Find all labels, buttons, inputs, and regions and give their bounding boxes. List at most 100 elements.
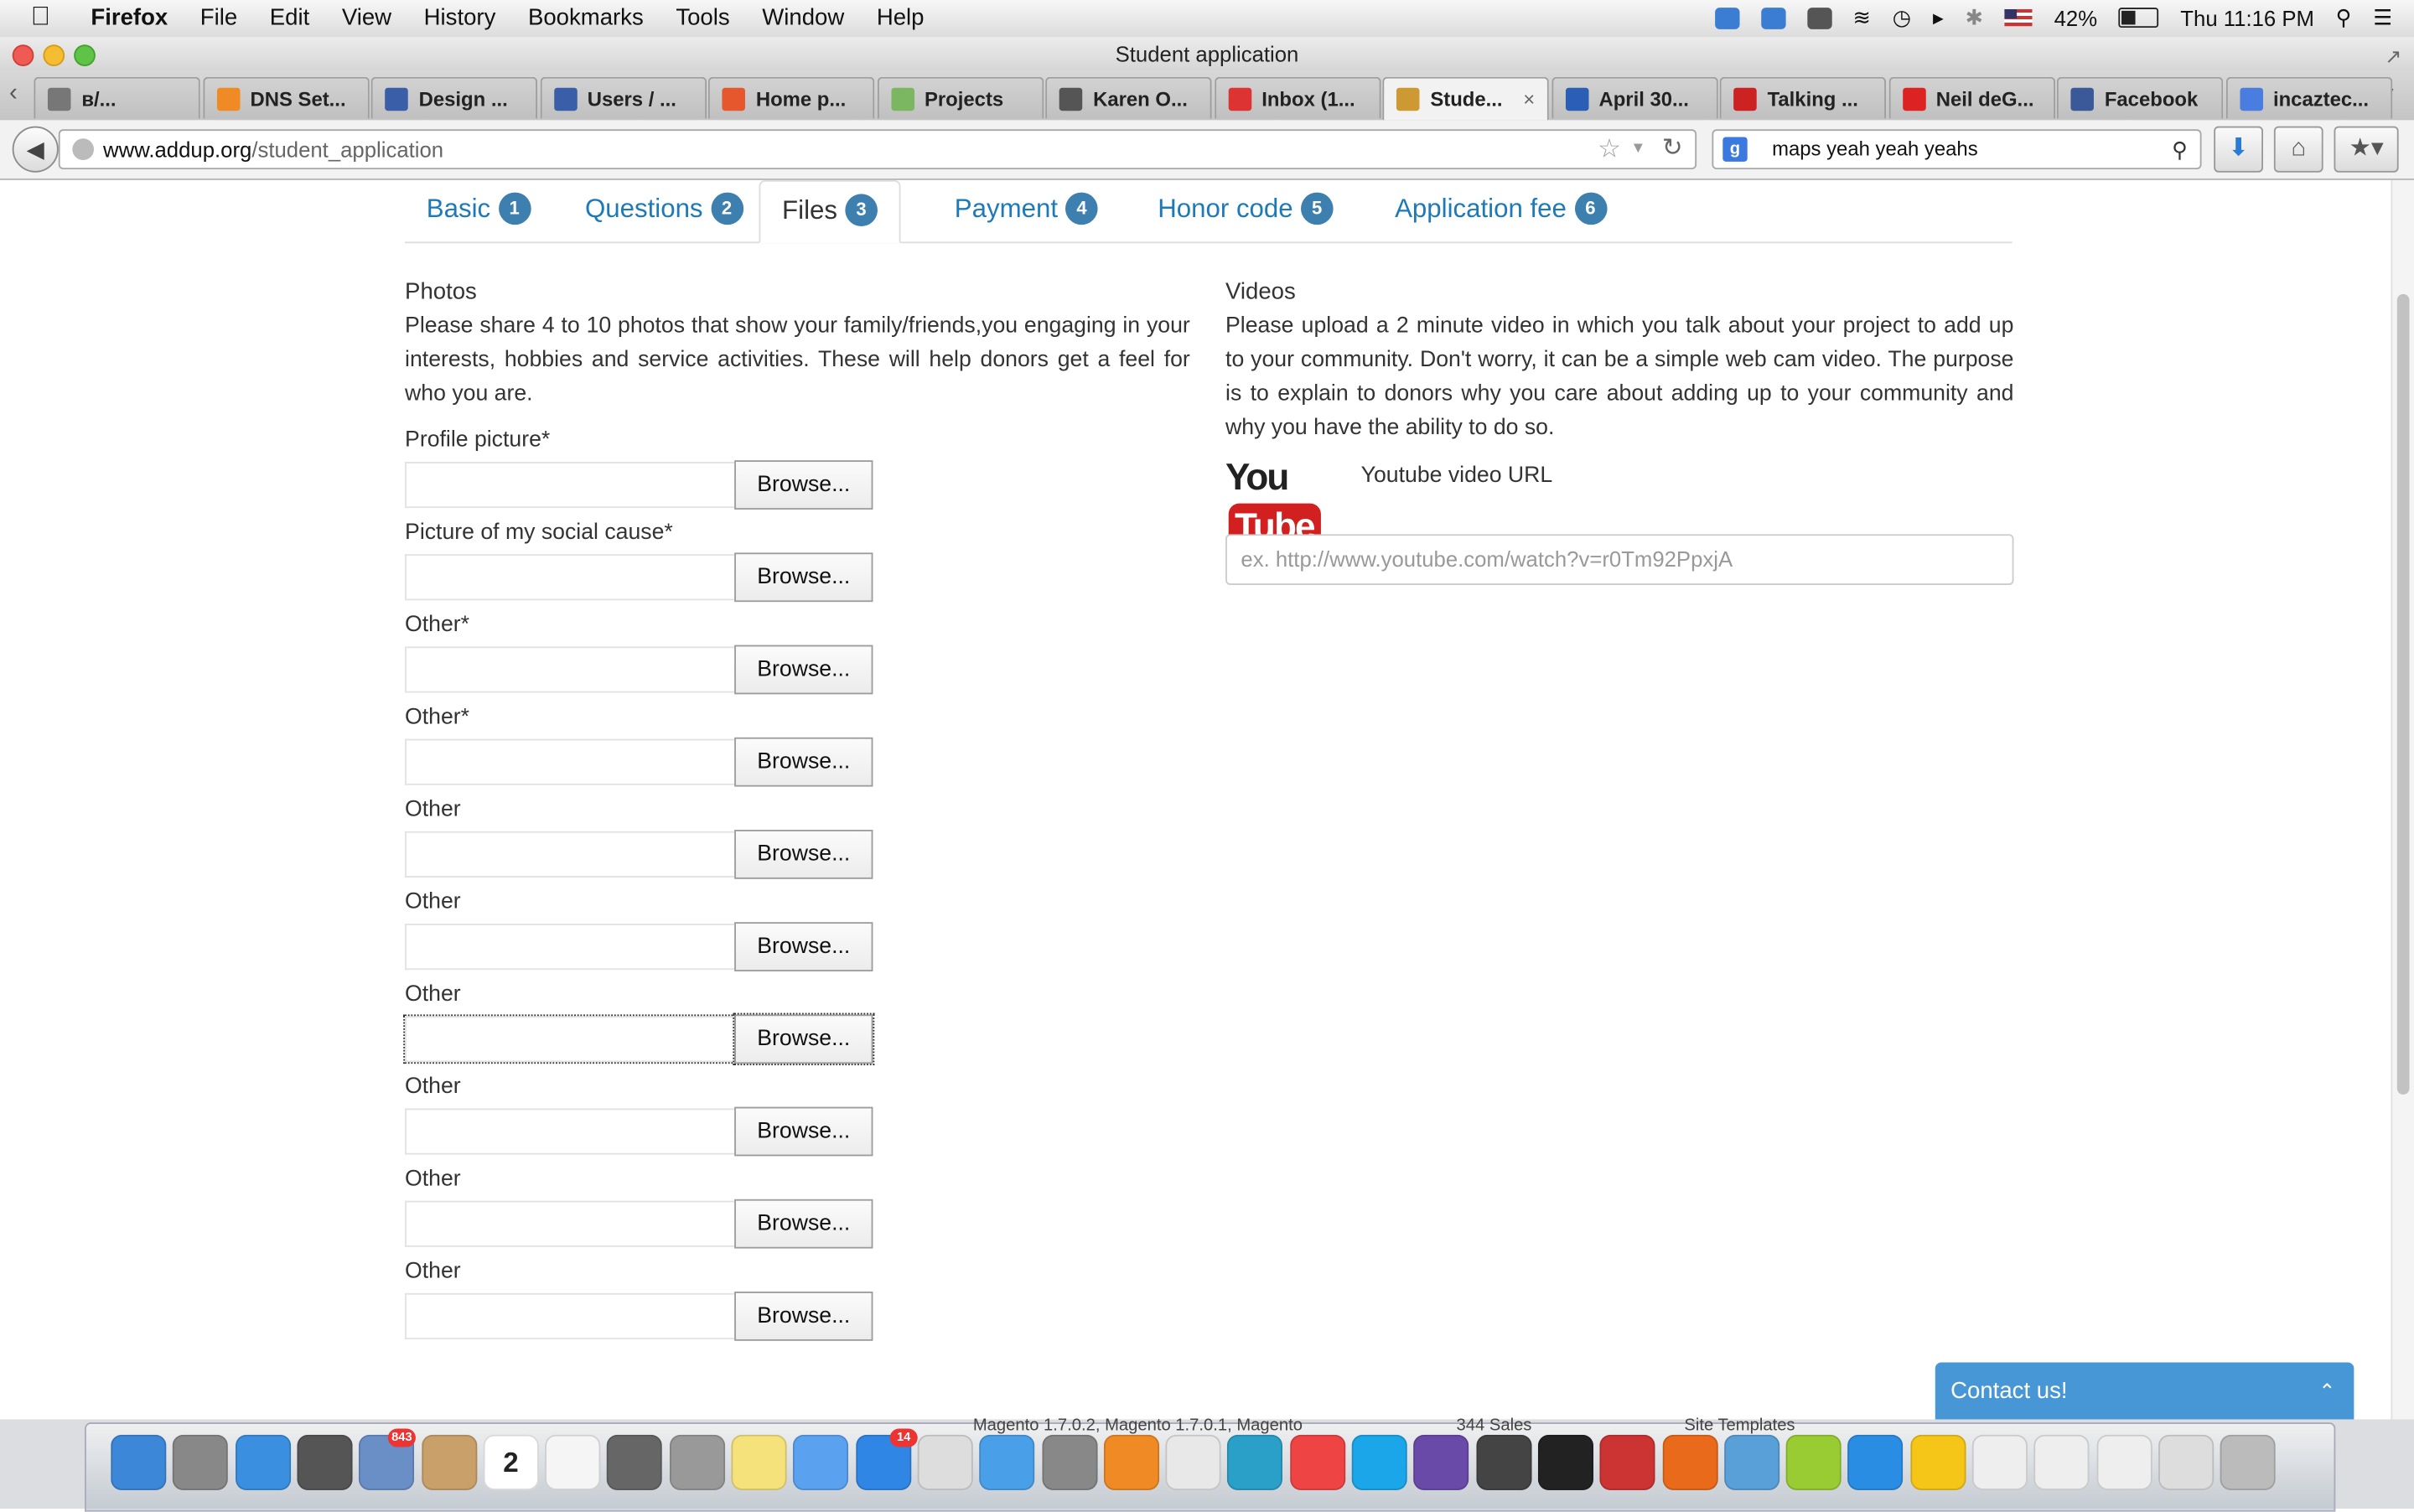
google-search-engine-icon[interactable]: g: [1722, 137, 1748, 162]
browse-button[interactable]: Browse...: [734, 1199, 873, 1249]
app-menu-firefox[interactable]: Firefox: [91, 5, 168, 31]
tab-magento[interactable]: Home p...: [707, 76, 875, 119]
android-icon[interactable]: [1785, 1434, 1842, 1490]
stickies-icon[interactable]: [731, 1434, 787, 1490]
itunes-icon[interactable]: [979, 1434, 1035, 1490]
zoom-window-button[interactable]: [74, 44, 96, 66]
photo-booth-icon[interactable]: [297, 1434, 353, 1490]
tab-wikipedia[interactable]: Karen O...: [1045, 76, 1212, 119]
battery-icon[interactable]: [2118, 8, 2159, 28]
teamviewer-icon[interactable]: [1847, 1434, 1904, 1490]
doc3-icon[interactable]: [2095, 1434, 2152, 1490]
clock[interactable]: Thu 11:16 PM: [2180, 5, 2314, 29]
browse-button[interactable]: Browse...: [734, 1106, 873, 1157]
menu-history[interactable]: History: [424, 5, 496, 31]
close-window-button[interactable]: [12, 44, 34, 66]
reload-icon[interactable]: ↻: [1662, 131, 1683, 168]
home-icon[interactable]: ⌂: [2273, 126, 2323, 173]
tab-facebook[interactable]: Facebook: [2056, 76, 2224, 119]
menu-tools[interactable]: Tools: [676, 5, 729, 31]
time-machine-icon[interactable]: ◷: [1893, 5, 1911, 31]
contact-us-widget[interactable]: Contact us! ⌃: [1935, 1362, 2354, 1420]
cyberduck-icon[interactable]: [1909, 1434, 1966, 1490]
downloads-icon[interactable]: ⬇: [2214, 126, 2264, 173]
site-identity-icon[interactable]: [72, 138, 95, 161]
page-scrollbar[interactable]: [2391, 179, 2414, 1420]
menu-file[interactable]: File: [200, 5, 237, 31]
facetime-icon[interactable]: [607, 1434, 663, 1490]
launchpad-icon[interactable]: [173, 1434, 229, 1490]
bookmark-star-icon[interactable]: ☆: [1598, 131, 1621, 168]
eclipse-icon[interactable]: [1413, 1434, 1469, 1490]
preview-icon[interactable]: [1165, 1434, 1221, 1490]
utilities-icon[interactable]: [669, 1434, 725, 1490]
bookmarks-menu-icon[interactable]: ★▾: [2334, 126, 2399, 173]
browse-button[interactable]: Browse...: [734, 645, 873, 695]
notification-center-icon[interactable]: ☰: [2373, 5, 2392, 31]
tab-questions[interactable]: Questions 2: [585, 180, 743, 241]
file-path-input[interactable]: [405, 554, 735, 601]
file-path-input[interactable]: [405, 1200, 735, 1247]
steam-icon[interactable]: [1475, 1434, 1531, 1490]
browse-button[interactable]: Browse...: [734, 737, 873, 787]
menu-view[interactable]: View: [342, 5, 391, 31]
doc2-icon[interactable]: [2033, 1434, 2090, 1490]
browse-button[interactable]: Browse...: [734, 552, 873, 603]
dropbox-icon[interactable]: [1714, 7, 1739, 28]
transmit-icon[interactable]: [1723, 1434, 1779, 1490]
firefox-icon[interactable]: [1661, 1434, 1717, 1490]
filezilla-icon[interactable]: [1599, 1434, 1655, 1490]
fullscreen-icon[interactable]: ↗: [2385, 40, 2401, 74]
trainer-icon[interactable]: [917, 1434, 973, 1490]
tab-youtube[interactable]: Neil deG...: [1888, 76, 2055, 119]
file-path-input[interactable]: [405, 1108, 735, 1155]
calendar-icon[interactable]: 2: [483, 1434, 539, 1490]
apple-menu-icon[interactable]: : [31, 2, 50, 33]
tab-grid[interactable]: Design ...: [370, 76, 538, 119]
browse-button[interactable]: Browse...: [733, 1012, 875, 1066]
skype-tray-icon[interactable]: [1760, 7, 1785, 28]
settings-icon[interactable]: [1103, 1434, 1159, 1490]
tabs-scroll-left-icon[interactable]: ‹: [9, 80, 18, 108]
sourcetree-icon[interactable]: [1227, 1434, 1283, 1490]
youtube-url-input[interactable]: ex. http://www.youtube.com/watch?v=r0Tm9…: [1225, 534, 2014, 585]
safari-icon[interactable]: [235, 1434, 291, 1490]
tab-files[interactable]: Files 3: [759, 179, 901, 244]
tab-d[interactable]: April 30...: [1551, 76, 1717, 119]
tab-cloud[interactable]: Projects: [877, 76, 1044, 119]
skype-icon[interactable]: [1351, 1434, 1407, 1490]
history-dropdown-icon[interactable]: ▼: [1630, 131, 1645, 168]
messages-icon[interactable]: [793, 1434, 849, 1490]
close-tab-icon[interactable]: ×: [1523, 79, 1535, 121]
menu-bookmarks[interactable]: Bookmarks: [528, 5, 644, 31]
bluetooth-icon[interactable]: ✱: [1966, 5, 1984, 31]
contacts-icon[interactable]: [421, 1434, 477, 1490]
file-path-input[interactable]: [405, 462, 735, 509]
doc1-icon[interactable]: [1971, 1434, 2028, 1490]
tab-honor-code[interactable]: Honor code 5: [1158, 180, 1334, 241]
tab-application-fee[interactable]: Application fee 6: [1395, 180, 1607, 241]
doc4-icon[interactable]: [2158, 1434, 2215, 1490]
spotlight-icon[interactable]: ⚲: [2336, 5, 2352, 31]
browse-button[interactable]: Browse...: [734, 1292, 873, 1341]
search-bar[interactable]: g maps yeah yeah yeahs ⚲: [1712, 129, 2202, 170]
tab-google[interactable]: incaztec...: [2225, 76, 2392, 119]
wifi-icon[interactable]: ≋: [1853, 5, 1872, 31]
reminders-icon[interactable]: [545, 1434, 601, 1490]
terminal-icon[interactable]: [1537, 1434, 1593, 1490]
minimize-window-button[interactable]: [43, 44, 65, 66]
browse-button[interactable]: Browse...: [734, 460, 873, 510]
menu-help[interactable]: Help: [877, 5, 925, 31]
search-icon[interactable]: ⚲: [2172, 131, 2188, 168]
tab-cf[interactable]: DNS Set...: [202, 76, 369, 119]
volume-icon[interactable]: ▸: [1933, 5, 1944, 31]
phone-icon[interactable]: [1806, 7, 1831, 28]
file-path-input[interactable]: [405, 831, 735, 878]
finder-icon[interactable]: [111, 1434, 167, 1490]
tab-payment[interactable]: Payment 4: [955, 180, 1098, 241]
system-preferences-icon[interactable]: [1041, 1434, 1097, 1490]
file-path-input[interactable]: [405, 646, 735, 693]
menu-window[interactable]: Window: [762, 5, 844, 31]
battery-percent[interactable]: 42%: [2054, 5, 2097, 29]
url-bar[interactable]: www.addup.org/student_application ☆ ▼ ↻: [58, 129, 1697, 170]
